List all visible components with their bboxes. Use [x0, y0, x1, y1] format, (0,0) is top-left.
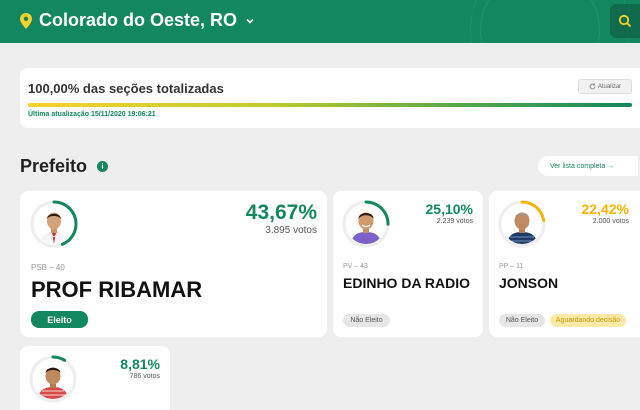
avatar — [346, 204, 386, 244]
totalization-progress-bar — [28, 103, 632, 107]
candidate-card[interactable]: 8,81% 786 votos — [20, 346, 170, 410]
party-number: PP – 11 — [499, 263, 524, 270]
status-badge: Eleito — [31, 311, 88, 328]
vote-count: 3.895 votos — [265, 225, 317, 236]
candidate-name: EDINHO DA RADIO — [343, 275, 471, 291]
location-pin-icon — [20, 12, 32, 29]
pending-decision-badge: Aguardando decisão — [550, 314, 626, 327]
header-decoration — [470, 0, 630, 43]
avatar-with-ring — [28, 354, 78, 404]
search-button[interactable] — [610, 4, 640, 38]
avatar — [34, 204, 74, 244]
candidate-card[interactable]: 22,42% 2.000 votos PP – 11 JONSON Não El… — [489, 191, 640, 337]
section-header: Prefeito i — [20, 156, 109, 177]
vote-count: 2.239 votos — [436, 218, 473, 225]
avatar — [502, 204, 542, 244]
vote-count: 2.000 votos — [592, 218, 629, 225]
avatar — [33, 359, 73, 399]
top-bar: Colorado do Oeste, RO — [0, 0, 640, 43]
last-update-timestamp: Última atualização 15/11/2020 19:06:21 — [28, 111, 156, 118]
candidate-name: PROF RIBAMAR — [31, 277, 203, 302]
sections-totalized-text: 100,00% das seções totalizadas — [28, 81, 224, 96]
refresh-icon — [589, 83, 596, 90]
vote-percentage: 8,81% — [120, 356, 160, 372]
vote-count: 786 votos — [129, 373, 160, 380]
avatar-with-ring — [497, 199, 547, 249]
status-badge: Não Eleito — [499, 314, 545, 327]
city-name: Colorado do Oeste, RO — [39, 10, 238, 30]
vote-percentage: 43,67% — [245, 201, 317, 224]
avatar-with-ring — [29, 199, 79, 249]
candidate-card[interactable]: 43,67% 3.895 votos PSB – 40 PROF RIBAMAR… — [20, 191, 327, 337]
party-number: PV – 43 — [343, 263, 368, 270]
avatar-with-ring — [341, 199, 391, 249]
section-title: Prefeito — [20, 156, 88, 176]
chevron-down-icon — [246, 18, 254, 24]
full-list-link[interactable]: Ver lista completa → — [538, 156, 638, 176]
totalization-status-card: 100,00% das seções totalizadas Atualizar… — [20, 68, 640, 128]
location-selector[interactable]: Colorado do Oeste, RO — [20, 10, 255, 31]
progress-fill — [28, 103, 632, 107]
vote-percentage: 25,10% — [425, 201, 473, 217]
party-number: PSB – 40 — [31, 263, 65, 272]
status-badge: Não Eleito — [343, 314, 390, 327]
info-icon[interactable]: i — [97, 161, 109, 172]
candidate-card[interactable]: 25,10% 2.239 votos PV – 43 EDINHO DA RAD… — [333, 191, 483, 337]
update-button-label: Atualizar — [597, 83, 622, 90]
update-button[interactable]: Atualizar — [578, 79, 632, 94]
vote-percentage: 22,42% — [581, 201, 629, 217]
search-icon — [618, 14, 632, 28]
candidate-name: JONSON — [499, 275, 559, 291]
